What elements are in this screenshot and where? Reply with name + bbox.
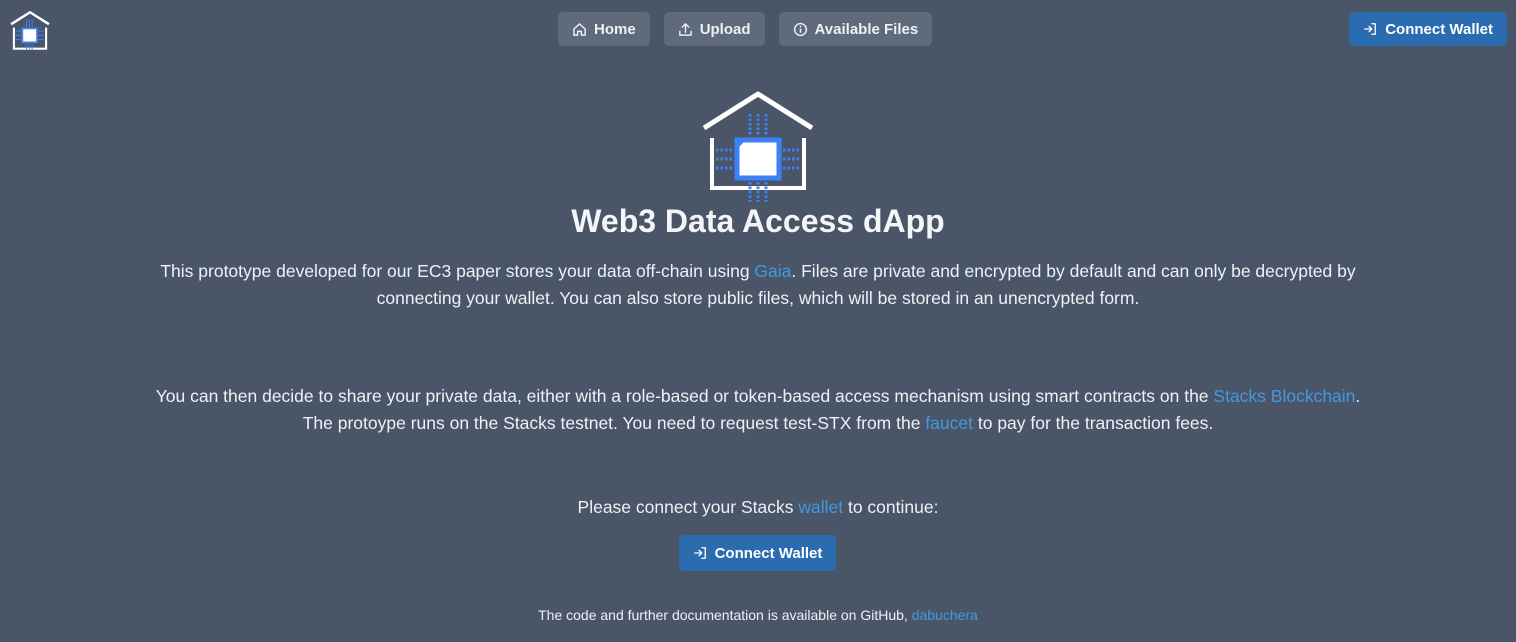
stacks-blockchain-link[interactable]: Stacks Blockchain: [1213, 386, 1355, 406]
intro-text-1: This prototype developed for our EC3 pap…: [160, 261, 755, 281]
faucet-link[interactable]: faucet: [925, 413, 973, 433]
connect-prompt-text-2: to continue:: [843, 497, 939, 517]
sharing-text-1: You can then decide to share your privat…: [155, 386, 1214, 406]
footer-text: The code and further documentation is av…: [538, 607, 912, 623]
house-chip-logo: [702, 91, 814, 202]
connect-wallet-button-top[interactable]: Connect Wallet: [1349, 12, 1507, 46]
github-link[interactable]: dabuchera: [912, 607, 978, 623]
home-icon: [573, 22, 586, 36]
top-navbar: Home Upload Available Files Connect Wall…: [0, 0, 1516, 60]
footer: The code and further documentation is av…: [0, 607, 1516, 623]
app-logo[interactable]: [9, 10, 51, 52]
sharing-text-4: to pay for the transaction fees.: [973, 412, 1214, 433]
home-button[interactable]: Home: [558, 12, 650, 46]
connect-wallet-label-main: Connect Wallet: [714, 544, 823, 562]
intro-paragraph: This prototype developed for our EC3 pap…: [0, 258, 1516, 311]
available-files-label: Available Files: [814, 20, 919, 38]
upload-button[interactable]: Upload: [663, 12, 765, 46]
home-label: Home: [594, 20, 636, 38]
login-icon: [693, 547, 706, 559]
page-title: Web3 Data Access dApp: [571, 203, 945, 239]
sharing-text-3: The protoype runs on the Stacks testnet.…: [302, 412, 926, 433]
gaia-link[interactable]: Gaia: [754, 261, 791, 281]
login-icon: [1364, 23, 1377, 35]
connect-prompt: Please connect your Stacks wallet to con…: [0, 494, 1516, 521]
wallet-link[interactable]: wallet: [798, 497, 843, 517]
sharing-text-2: .: [1355, 386, 1361, 406]
connect-wallet-button-main[interactable]: Connect Wallet: [679, 535, 836, 571]
intro-text-2: . Files are private and encrypted by def…: [791, 261, 1356, 281]
connect-prompt-text-1: Please connect your Stacks: [577, 497, 799, 517]
sharing-paragraph: You can then decide to share your privat…: [0, 383, 1516, 436]
intro-text-3: connecting your wallet. You can also sto…: [376, 287, 1140, 308]
info-icon: [793, 22, 807, 36]
upload-icon: [678, 22, 692, 36]
upload-label: Upload: [699, 20, 751, 38]
main-nav: Home Upload Available Files: [558, 12, 933, 46]
available-files-button[interactable]: Available Files: [778, 12, 933, 46]
connect-wallet-label-top: Connect Wallet: [1385, 20, 1493, 38]
